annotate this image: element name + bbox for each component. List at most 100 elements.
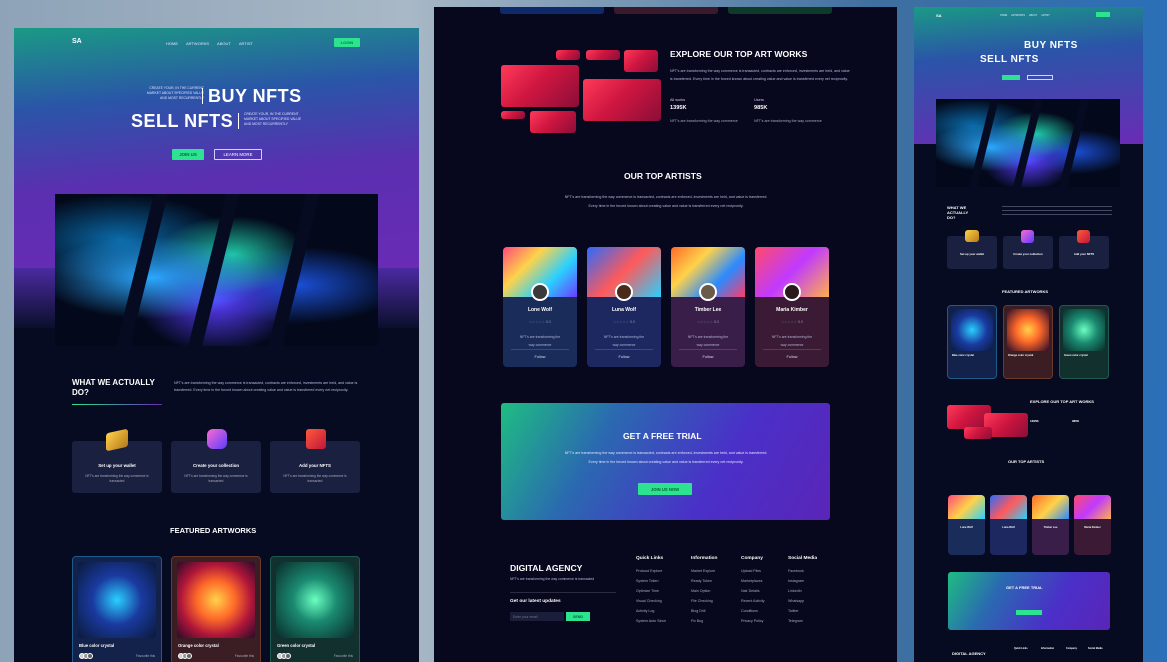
follow-button[interactable]: Follow	[671, 355, 745, 359]
trial-title: GET A FREE TRIAL	[1006, 585, 1043, 590]
hero-artwork-image	[936, 99, 1120, 187]
artist-name: Lone Wolf	[960, 526, 973, 529]
artist-card-timber-lee[interactable]: Timber Lee ☆☆☆☆☆ 5.0 NFT's are transform…	[671, 247, 745, 367]
footer-link[interactable]: Ready Token	[691, 579, 712, 583]
artist-avatar	[531, 283, 549, 301]
nav-about[interactable]: ABOUT	[217, 41, 231, 46]
step-card-wallet[interactable]: Set up your wallet	[947, 230, 997, 269]
artwork-card-orange[interactable]: Orange color crystal Favourite this	[171, 556, 261, 662]
stat-desc-works: NFT's are transforming the way commerce	[670, 119, 738, 123]
landing-page-preview-right: SA HOME ARTWORKS ABOUT ARTIST BUY NFTS S…	[914, 7, 1143, 662]
step-card-nfts[interactable]: Add your NFTS	[1059, 230, 1109, 269]
artist-card-maria-kimber[interactable]: Maria Kimber ☆☆☆☆☆ 5.0 NFT's are transfo…	[755, 247, 829, 367]
footer-link[interactable]: Facebook	[788, 569, 804, 573]
footer-link[interactable]: Fix Bug	[691, 619, 703, 623]
footer-link[interactable]: Upload Files	[741, 569, 761, 573]
join-us-button[interactable]	[1002, 75, 1020, 80]
footer-link[interactable]: LinkedIn	[788, 589, 802, 593]
artist-desc: NFT's are transforming the way commerce	[519, 335, 561, 347]
nav-about[interactable]: ABOUT	[1029, 14, 1037, 17]
trial-title: GET A FREE TRIAL	[623, 431, 702, 441]
footer-link[interactable]: Telegram	[788, 619, 803, 623]
footer-link[interactable]: Twitter	[788, 609, 799, 613]
step-card-collection[interactable]: Create your collection NFT's are transfo…	[171, 429, 261, 493]
top-tab	[614, 7, 718, 14]
footer-link[interactable]: Privacy Policy	[741, 619, 763, 623]
artist-card-lone-wolf[interactable]: Lone Wolf	[948, 495, 985, 555]
learn-more-button[interactable]	[1027, 75, 1053, 80]
footer-link[interactable]: Protocol Explore	[636, 569, 662, 573]
join-now-button[interactable]	[1016, 610, 1042, 615]
artwork-card-blue[interactable]: Blue color crystal Favourite this	[72, 556, 162, 662]
nav-artist[interactable]: ARTIST	[239, 41, 253, 46]
artist-name: Lone Wolf	[527, 307, 553, 313]
newsletter-send-button[interactable]: SEND	[566, 612, 590, 621]
footer-link[interactable]: System Token	[636, 579, 659, 583]
card-separator	[763, 349, 821, 350]
learn-more-button[interactable]: LEARN MORE	[214, 149, 262, 160]
step-card-nfts[interactable]: Add your NFTS NFT's are transforming the…	[270, 429, 360, 493]
top-tab	[500, 7, 604, 14]
step-card-collection[interactable]: Create your collection	[1003, 230, 1053, 269]
what-title-line-2: DO?	[72, 388, 89, 397]
logo[interactable]: SA	[936, 13, 942, 18]
hero-artwork-image	[55, 194, 378, 346]
join-us-button[interactable]: JOIN US	[172, 149, 204, 160]
hero-divider-2	[238, 113, 239, 129]
hero-title-sell: SELL NFTS	[980, 54, 1039, 65]
nav-artworks[interactable]: ARTWORKS	[186, 41, 209, 46]
artist-card-luna-wolf[interactable]: Luna Wolf ☆☆☆☆☆ 5.0 NFT's are transformi…	[587, 247, 661, 367]
footer-link[interactable]: System Auto Since	[636, 619, 666, 623]
follow-button[interactable]: Follow	[503, 355, 577, 359]
follow-button[interactable]: Follow	[587, 355, 661, 359]
footer-link[interactable]: Marketplaces	[741, 579, 762, 583]
artist-name: Timber Lee	[694, 307, 722, 313]
footer-col-title: Information	[1041, 647, 1055, 650]
login-button[interactable]: LOGIN	[334, 38, 360, 47]
nav-home[interactable]: HOME	[166, 41, 178, 46]
footer-link[interactable]: Nair Details	[741, 589, 760, 593]
step-title: Create your collection	[192, 463, 240, 468]
artist-card-lone-wolf[interactable]: Lone Wolf ☆☆☆☆☆ 5.0 NFT's are transformi…	[503, 247, 577, 367]
follow-button[interactable]: Follow	[755, 355, 829, 359]
logo[interactable]: SA	[72, 38, 82, 45]
artist-name: Maria Kimber	[1084, 526, 1101, 529]
newsletter-email-input[interactable]	[510, 612, 564, 621]
step-card-wallet[interactable]: Set up your wallet NFT's are transformin…	[72, 428, 162, 493]
nav-artist[interactable]: ARTIST	[1041, 14, 1049, 17]
footer-link[interactable]: Optimize Time	[636, 589, 659, 593]
footer-link[interactable]: Visual Checking	[636, 599, 662, 603]
hero-title-sell: SELL NFTS	[131, 111, 234, 131]
footer-link[interactable]: Whatsapp	[788, 599, 804, 603]
stat-value-works: 1395K	[670, 105, 687, 111]
artist-card-timber-lee[interactable]: Timber Lee	[1032, 495, 1069, 555]
collection-icon	[207, 429, 227, 449]
artist-card-maria-kimber[interactable]: Maria Kimber	[1074, 495, 1111, 555]
footer-link[interactable]: Conditions	[741, 609, 758, 613]
artist-card-luna-wolf[interactable]: Luna Wolf	[990, 495, 1027, 555]
join-now-button[interactable]: JOIN US NOW	[638, 483, 692, 495]
artwork-card-green[interactable]: Green color crystal Favourite this	[270, 556, 360, 662]
step-title: Set up your wallet	[960, 252, 984, 256]
favourite-link[interactable]: Favourite this	[235, 654, 254, 658]
artwork-name: Blue color crystal	[79, 643, 115, 648]
artwork-card-green[interactable]: Green color crystal	[1059, 305, 1109, 379]
nav-home[interactable]: HOME	[1000, 14, 1007, 17]
artwork-name: Blue color crystal	[952, 354, 974, 357]
artwork-card-orange[interactable]: Orange color crystal	[1003, 305, 1053, 379]
footer-link[interactable]: Blog Drill	[691, 609, 705, 613]
artwork-thumb	[583, 79, 661, 121]
footer-link[interactable]: Recent Activity	[741, 599, 765, 603]
footer-col-title: Company	[1066, 647, 1077, 650]
nav-artworks[interactable]: ARTWORKS	[1011, 14, 1025, 17]
favourite-link[interactable]: Favourite this	[334, 654, 353, 658]
footer-link[interactable]: File Checking	[691, 599, 713, 603]
artwork-card-blue[interactable]: Blue color crystal	[947, 305, 997, 379]
login-button[interactable]	[1096, 12, 1110, 17]
footer-link[interactable]: Market Explore	[691, 569, 715, 573]
artist-rating: ☆☆☆☆☆ 5.0	[696, 320, 720, 324]
footer-link[interactable]: Main Option	[691, 589, 710, 593]
footer-link[interactable]: Instagram	[788, 579, 804, 583]
favourite-link[interactable]: Favourite this	[136, 654, 155, 658]
footer-link[interactable]: Activity Log	[636, 609, 654, 613]
